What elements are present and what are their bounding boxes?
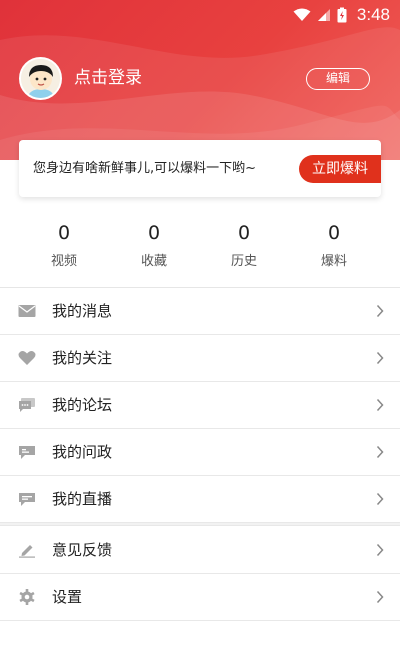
stat-label: 收藏: [140, 254, 167, 269]
stat-videos[interactable]: 0 视频: [19, 220, 109, 276]
stats-row: 0 视频 0 收藏 0 历史 0 爆料: [0, 220, 400, 276]
stat-value: 0: [237, 222, 251, 244]
clock-time: 3:48: [356, 5, 390, 24]
wifi-icon: [293, 8, 311, 21]
menu-item-inquiry[interactable]: 我的问政: [0, 429, 400, 476]
login-link[interactable]: 点击登录: [74, 67, 142, 89]
menu-item-settings[interactable]: 设置: [0, 574, 400, 621]
menu-item-label: 我的关注: [52, 349, 113, 367]
gear-icon: [19, 589, 35, 605]
message-icon: [19, 446, 35, 459]
forum-chat-icon: [19, 398, 35, 412]
tip-card: 您身边有啥新鲜事儿,可以爆料一下哟~ 立即爆料: [19, 140, 381, 197]
menu-item-label: 我的论坛: [52, 396, 113, 414]
stat-value: 0: [147, 222, 161, 244]
live-chat-icon: [19, 493, 35, 506]
chevron-right-icon: [376, 445, 384, 459]
profile-header: 3:48 点击登录 编辑: [0, 0, 400, 160]
stat-history[interactable]: 0 历史: [199, 220, 289, 276]
stat-label: 历史: [230, 254, 257, 269]
menu-item-following[interactable]: 我的关注: [0, 335, 400, 382]
menu-item-label: 我的问政: [52, 443, 113, 461]
chevron-right-icon: [376, 590, 384, 604]
stat-reports[interactable]: 0 爆料: [289, 220, 379, 276]
menu-item-forum[interactable]: 我的论坛: [0, 382, 400, 429]
chevron-right-icon: [376, 351, 384, 365]
chevron-right-icon: [376, 492, 384, 506]
avatar-cartoon-boy-icon: [21, 59, 60, 98]
menu-item-live[interactable]: 我的直播: [0, 476, 400, 523]
tip-text: 您身边有啥新鲜事儿,可以爆料一下哟~: [33, 161, 257, 176]
edit-profile-button[interactable]: 编辑: [306, 68, 370, 90]
report-now-button[interactable]: 立即爆料: [299, 155, 381, 183]
stat-label: 爆料: [320, 254, 347, 269]
menu-group-settings: 意见反馈 设置: [0, 527, 400, 621]
battery-charging-icon: [337, 7, 347, 23]
avatar[interactable]: [19, 57, 62, 100]
stat-favorites[interactable]: 0 收藏: [109, 220, 199, 276]
pen-icon: [19, 545, 35, 558]
menu-group-account: 我的消息 我的关注 我的论坛 我的问政 我的直播: [0, 288, 400, 526]
chevron-right-icon: [376, 398, 384, 412]
menu-item-label: 意见反馈: [52, 541, 113, 559]
signal-icon: [317, 9, 330, 21]
stat-value: 0: [327, 222, 341, 244]
envelope-icon: [18, 305, 36, 317]
chevron-right-icon: [376, 543, 384, 557]
stat-label: 视频: [50, 254, 77, 269]
group-separator: [0, 523, 400, 526]
menu-item-label: 我的消息: [52, 302, 113, 320]
stat-value: 0: [57, 222, 71, 244]
heart-icon: [18, 351, 36, 365]
status-bar: 3:48: [0, 0, 400, 30]
menu-item-messages[interactable]: 我的消息: [0, 288, 400, 335]
chevron-right-icon: [376, 304, 384, 318]
menu-item-label: 设置: [52, 588, 83, 606]
menu-item-label: 我的直播: [52, 490, 113, 508]
menu-item-feedback[interactable]: 意见反馈: [0, 527, 400, 574]
